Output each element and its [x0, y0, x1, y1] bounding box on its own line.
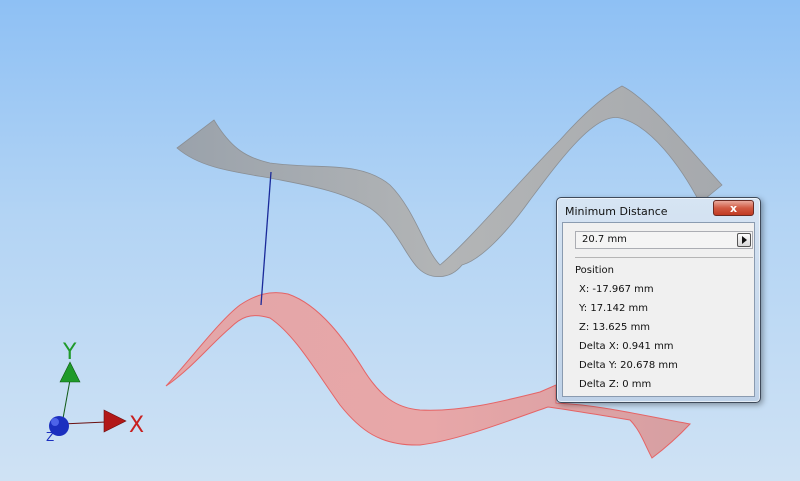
axis-triad: X Y Z — [46, 340, 144, 444]
distance-value: 20.7 mm — [582, 234, 627, 245]
dialog-body: 20.7 mm Position X: -17.967 mm Y: 17.142… — [562, 222, 755, 397]
y-axis-label: Y — [62, 340, 77, 365]
dialog-title: Minimum Distance — [565, 205, 668, 218]
close-button[interactable]: x — [713, 200, 754, 216]
minimum-distance-dialog[interactable]: Minimum Distance x 20.7 mm Position X: -… — [556, 197, 761, 403]
y-axis-arrow-icon — [59, 361, 81, 383]
x-axis-label: X — [129, 413, 144, 438]
distance-field[interactable]: 20.7 mm — [575, 231, 753, 249]
position-y-row: Y: 17.142 mm — [579, 303, 648, 314]
position-header: Position — [575, 265, 614, 276]
z-axis-origin-highlight — [51, 418, 59, 426]
delta-z-row: Delta Z: 0 mm — [579, 379, 652, 390]
x-axis-arrow-icon — [103, 409, 127, 433]
delta-y-row: Delta Y: 20.678 mm — [579, 360, 678, 371]
position-z-row: Z: 13.625 mm — [579, 322, 651, 333]
play-arrow-button[interactable] — [737, 233, 751, 247]
z-axis-label: Z — [46, 430, 54, 444]
delta-x-row: Delta X: 0.941 mm — [579, 341, 674, 352]
position-x-row: X: -17.967 mm — [579, 284, 654, 295]
minimum-distance-line — [260, 171, 272, 306]
close-icon: x — [729, 202, 738, 215]
play-arrow-icon — [742, 236, 747, 244]
separator — [575, 257, 753, 258]
